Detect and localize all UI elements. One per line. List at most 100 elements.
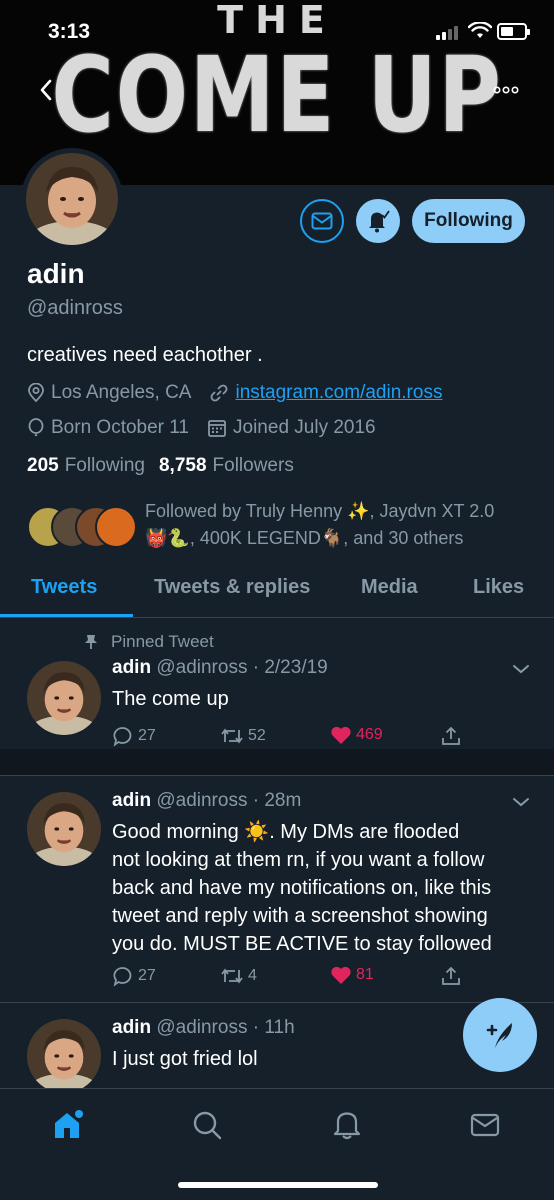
home-indicator [178, 1182, 378, 1188]
reply-count: 27 [138, 967, 156, 984]
like-button[interactable]: 469 [330, 725, 383, 745]
following-number: 205 [27, 455, 59, 476]
more-icon [493, 86, 519, 94]
pinned-label: Pinned Tweet [111, 632, 214, 651]
messages-icon [470, 1113, 500, 1137]
profile-avatar[interactable] [21, 148, 123, 250]
more-options-button[interactable] [486, 70, 526, 110]
tweet-avatar[interactable] [27, 792, 101, 866]
profile-tabs: Tweets Tweets & replies Media Likes [0, 560, 554, 618]
chevron-down-icon[interactable] [512, 663, 530, 675]
search-icon [193, 1111, 222, 1140]
share-button[interactable] [440, 725, 462, 747]
home-icon [55, 1110, 83, 1138]
following-label: Following [64, 455, 145, 476]
reply-button[interactable]: 27 [112, 725, 156, 747]
tweet-avatar[interactable] [27, 1019, 101, 1088]
tweet-header: adin @adinross · 11h [112, 1017, 295, 1039]
avatar [26, 153, 118, 245]
tab-tweets-replies[interactable]: Tweets & replies [154, 576, 310, 599]
tweet-avatar[interactable] [27, 661, 101, 735]
tweet-text: Good morning ☀️. My DMs are flooded not … [112, 818, 532, 958]
nav-search[interactable] [189, 1107, 225, 1143]
section-spacer [0, 749, 554, 775]
birthday: Born October 11 [27, 417, 189, 439]
reply-icon [113, 727, 132, 747]
mail-icon [311, 212, 333, 230]
share-button[interactable] [440, 965, 462, 987]
pinned-indicator: Pinned Tweet [84, 632, 214, 652]
tweet-author-name[interactable]: adin [112, 657, 151, 678]
followers-label: Followers [212, 455, 294, 476]
followed-by-line2: 👹🐍, 400K LEGEND🐐, and 30 others [145, 528, 464, 548]
tweet-text-line: not looking at them rn, if you want a fo… [112, 849, 485, 871]
retweet-icon [221, 968, 243, 984]
active-tab-indicator [0, 614, 133, 617]
tab-likes[interactable]: Likes [473, 576, 524, 599]
compose-icon [486, 1023, 512, 1048]
follower-avatar [95, 506, 137, 548]
link-icon [211, 384, 228, 402]
nav-messages[interactable] [467, 1107, 503, 1143]
tab-tweets[interactable]: Tweets [31, 576, 97, 599]
followed-by-line1: Followed by Truly Henny ✨, Jaydvn XT 2.0 [145, 501, 495, 521]
back-button[interactable] [26, 70, 66, 110]
chevron-down-icon[interactable] [512, 796, 530, 808]
share-icon [442, 726, 460, 745]
balloon-icon [28, 418, 44, 436]
wifi-icon [468, 22, 492, 38]
profile-handle: @adinross [27, 297, 123, 319]
followed-by-text: Followed by Truly Henny ✨, Jaydvn XT 2.0… [145, 498, 535, 552]
tweet-actions: 27 52 469 [112, 725, 472, 749]
website-link[interactable]: instagram.com/adin.ross [235, 382, 442, 404]
retweet-button[interactable]: 4 [220, 965, 257, 987]
reply-icon [113, 967, 132, 987]
retweet-button[interactable]: 52 [220, 725, 266, 747]
tweet[interactable]: adin @adinross · 28m Good morning ☀️. My… [0, 776, 554, 1003]
followers-count[interactable]: 8,758 Followers [159, 455, 294, 477]
tweet-author-handle: @adinross [156, 790, 248, 811]
tweet-time: · 2/23/19 [252, 657, 328, 678]
profile-name: adin [27, 258, 85, 289]
tweet-author-handle: @adinross [156, 657, 248, 678]
followers-number: 8,758 [158, 455, 207, 476]
notifications-toggle-button[interactable] [356, 199, 400, 243]
following-count[interactable]: 205 Following [27, 455, 145, 477]
heart-icon [331, 726, 351, 744]
like-button[interactable]: 81 [330, 965, 374, 985]
message-button[interactable] [300, 199, 344, 243]
status-bar: 3:13 [0, 0, 554, 62]
reply-count: 27 [138, 727, 156, 744]
website[interactable]: instagram.com/adin.ross [209, 382, 442, 404]
tweet-author-name[interactable]: adin [112, 1017, 151, 1038]
tweet-time: · 11h [252, 1017, 295, 1038]
tweet-time: · 28m [252, 790, 302, 811]
nav-home[interactable] [50, 1107, 86, 1143]
tweet-author-name[interactable]: adin [112, 790, 151, 811]
like-count: 469 [356, 726, 383, 743]
profile-meta-row-2: Born October 11 Joined July 2016 [27, 417, 394, 439]
retweet-count: 4 [248, 967, 257, 984]
tweet-actions: 27 4 81 [112, 965, 472, 989]
pin-icon [85, 635, 97, 649]
tweet-header: adin @adinross · 2/23/19 [112, 657, 328, 679]
tweet-text-line: Good morning ☀️. My DMs are flooded [112, 821, 460, 843]
nav-notifications[interactable] [329, 1107, 365, 1143]
tweet-text-line: you do. MUST BE ACTIVE to stay followed [112, 933, 492, 955]
status-time: 3:13 [48, 20, 91, 43]
followed-by[interactable]: Followed by Truly Henny ✨, Jaydvn XT 2.0… [27, 498, 537, 554]
battery-icon [497, 23, 530, 40]
heart-icon [331, 966, 351, 984]
joined-date: Joined July 2016 [207, 417, 376, 439]
bell-icon [369, 210, 390, 233]
tweet-text: The come up [112, 688, 229, 710]
tab-media[interactable]: Media [361, 576, 418, 599]
reply-button[interactable]: 27 [112, 965, 156, 987]
tweet-author-handle: @adinross [156, 1017, 248, 1038]
profile-meta-row-1: Los Angeles, CA instagram.com/adin.ross [27, 382, 460, 404]
like-count: 81 [356, 966, 374, 983]
compose-tweet-button[interactable] [463, 998, 537, 1072]
following-button[interactable]: Following [412, 199, 525, 243]
calendar-icon [208, 420, 226, 437]
retweet-icon [221, 728, 243, 744]
